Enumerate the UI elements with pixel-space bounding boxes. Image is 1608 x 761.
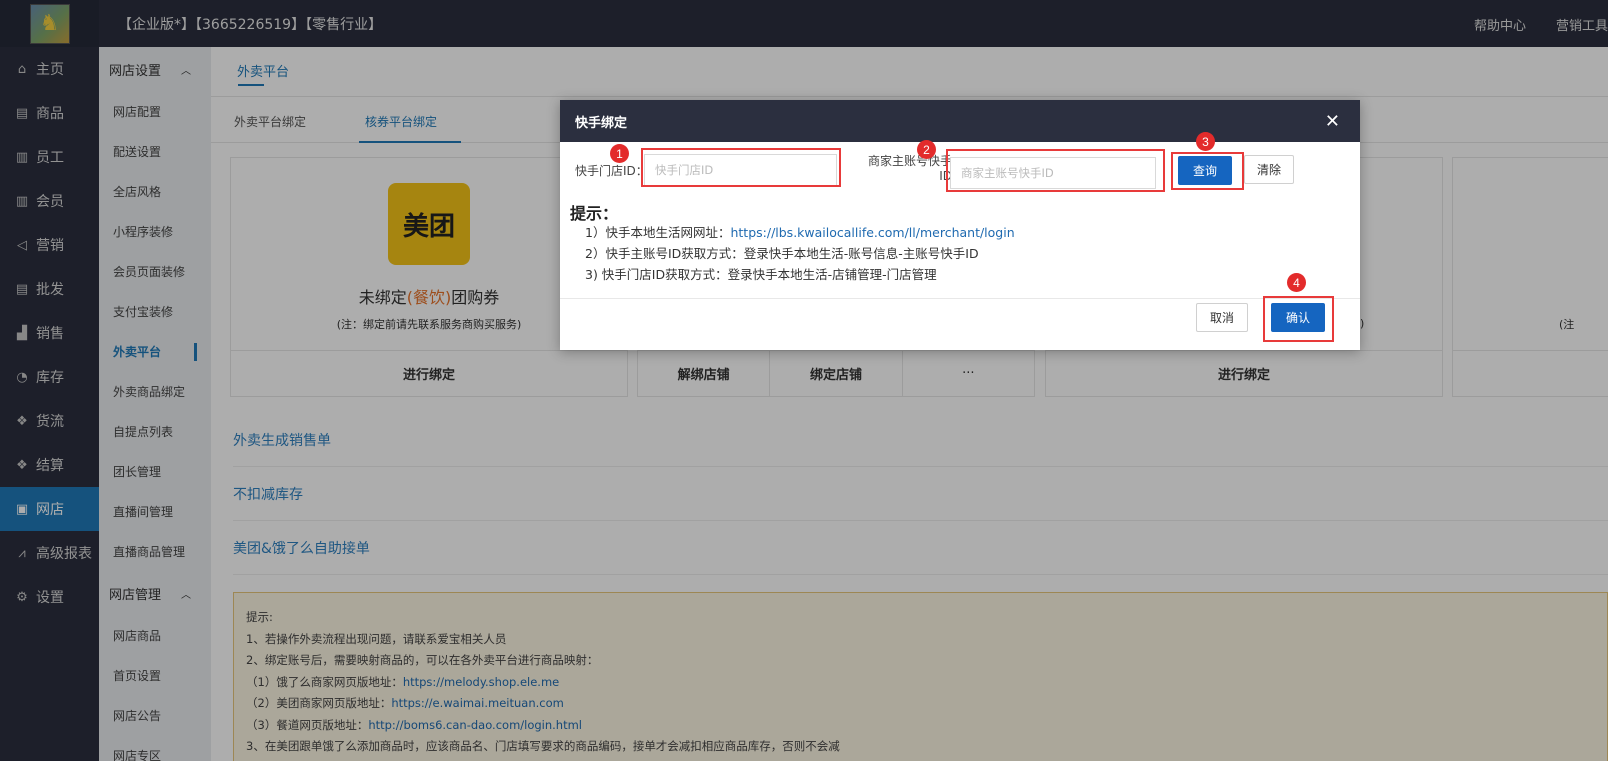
hint-line-3: 3) 快手门店ID获取方式：登录快手本地生活-店铺管理-门店管理: [585, 267, 937, 282]
store-id-label: 快手门店ID：: [575, 164, 648, 178]
kuaishou-merchant-link[interactable]: https://lbs.kwailocallife.com/ll/merchan…: [730, 225, 1014, 240]
store-id-input[interactable]: [644, 154, 837, 186]
query-button[interactable]: 查询: [1178, 156, 1232, 185]
close-icon[interactable]: ✕: [1325, 111, 1340, 132]
account-id-label: 商家主账号快手 ID: [865, 154, 952, 184]
dialog-divider: [560, 298, 1360, 299]
kuaishou-bind-dialog: 快手绑定 ✕ 快手门店ID： 1 商家主账号快手 ID 2 查询 清除 3 提示…: [560, 100, 1360, 350]
hint-line-1: 1）快手本地生活网网址：https://lbs.kwailocallife.co…: [585, 222, 1015, 241]
cancel-button[interactable]: 取消: [1196, 303, 1248, 332]
annotation-badge-2: 2: [917, 140, 936, 159]
annotation-badge-1: 1: [610, 144, 629, 163]
annotation-badge-3: 3: [1196, 132, 1215, 151]
clear-button[interactable]: 清除: [1244, 155, 1294, 184]
hint-text: 1）快手本地生活网网址：: [585, 225, 731, 240]
account-id-label-line1: 商家主账号快手: [867, 154, 952, 168]
dialog-header: 快手绑定 ✕: [560, 100, 1360, 142]
annotation-badge-4: 4: [1287, 273, 1306, 292]
confirm-button[interactable]: 确认: [1271, 303, 1325, 332]
hint-title: 提示：: [570, 204, 619, 223]
hint-line-2: 2）快手主账号ID获取方式：登录快手本地生活-账号信息-主账号快手ID: [585, 246, 979, 261]
account-id-input[interactable]: [950, 157, 1156, 189]
dialog-title: 快手绑定: [575, 115, 628, 131]
